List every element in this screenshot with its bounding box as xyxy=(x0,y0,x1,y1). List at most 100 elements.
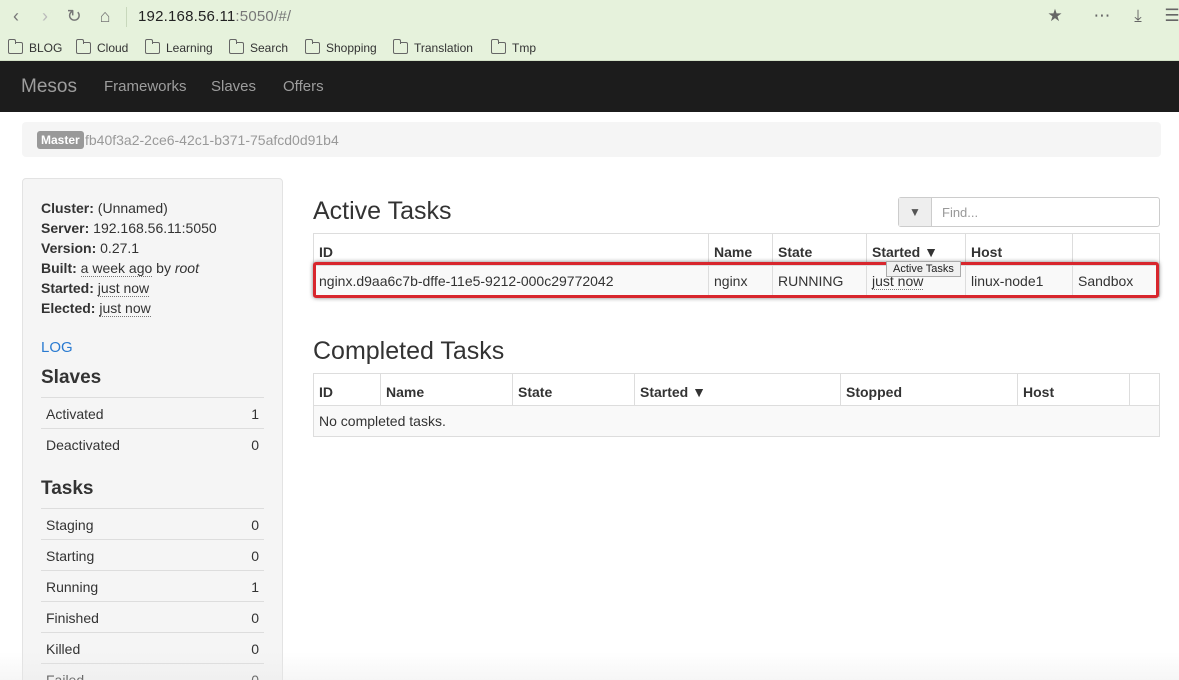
log-link[interactable]: LOG xyxy=(41,339,73,356)
filter-input[interactable]: Find... xyxy=(942,205,978,220)
folder-icon xyxy=(305,39,320,54)
reload-icon[interactable]: ↻ xyxy=(63,5,85,27)
url-divider xyxy=(126,7,127,27)
bookmark-blog[interactable]: BLOG xyxy=(8,39,62,57)
table-row: Starting 0 xyxy=(41,539,264,570)
table-row: Finished 0 xyxy=(41,601,264,632)
row-value: 0 xyxy=(251,641,259,657)
bookmark-label: Translation xyxy=(414,41,473,55)
folder-icon xyxy=(145,39,160,54)
nav-offers[interactable]: Offers xyxy=(283,78,324,95)
url-path: :5050/#/ xyxy=(235,8,292,25)
bookmark-search[interactable]: Search xyxy=(229,39,288,57)
bookmark-translation[interactable]: Translation xyxy=(393,39,473,57)
row-value: 0 xyxy=(251,610,259,626)
elected-label: Elected: xyxy=(41,300,96,316)
active-tasks-table: ID Name State Started ▼ Host nginx.d9aa6… xyxy=(313,233,1160,297)
master-id: fb40f3a2-2ce6-42c1-b371-75afcd0d91b4 xyxy=(85,132,339,148)
download-icon[interactable]: ⤓ xyxy=(1127,5,1149,27)
empty-message: No completed tasks. xyxy=(313,405,1160,437)
sandbox-link[interactable]: Sandbox xyxy=(1072,265,1160,297)
breadcrumb: Master fb40f3a2-2ce6-42c1-b371-75afcd0d9… xyxy=(22,122,1161,157)
completed-tasks-table: ID Name State Started ▼ Stopped Host No … xyxy=(313,373,1160,437)
folder-icon xyxy=(8,39,23,54)
built-user: root xyxy=(174,260,199,276)
table-row: Failed 0 xyxy=(41,663,264,680)
row-value: 1 xyxy=(251,579,259,595)
started-info: Started: just now xyxy=(41,280,150,297)
built-value: a week ago xyxy=(80,260,153,277)
home-icon[interactable]: ⌂ xyxy=(94,5,116,27)
built-by: by xyxy=(156,260,171,276)
nav-frameworks[interactable]: Frameworks xyxy=(104,78,187,95)
tooltip: Active Tasks xyxy=(886,261,961,277)
master-badge: Master xyxy=(37,131,84,149)
table-row: Staging 0 xyxy=(41,508,264,539)
table-row: Killed 0 xyxy=(41,632,264,663)
bookmark-label: Tmp xyxy=(512,41,536,55)
table-row: No completed tasks. xyxy=(313,405,1160,437)
col-host[interactable]: Host xyxy=(1017,373,1130,406)
row-value: 0 xyxy=(251,672,259,680)
bookmark-tmp[interactable]: Tmp xyxy=(491,39,536,57)
row-label: Starting xyxy=(46,548,95,564)
col-name[interactable]: Name xyxy=(708,233,773,266)
brand-logo[interactable]: Mesos xyxy=(21,76,77,98)
forward-icon[interactable]: › xyxy=(34,5,56,27)
col-started[interactable]: Started ▼ xyxy=(634,373,841,406)
address-bar[interactable]: 192.168.56.11:5050/#/ xyxy=(138,8,291,25)
nav-slaves[interactable]: Slaves xyxy=(211,78,256,95)
active-tasks-heading: Active Tasks xyxy=(313,197,452,225)
bookmark-shopping[interactable]: Shopping xyxy=(305,39,377,57)
url-host: 192.168.56.11 xyxy=(138,8,236,25)
bookmark-learning[interactable]: Learning xyxy=(145,39,213,57)
folder-icon xyxy=(76,39,91,54)
task-state: RUNNING xyxy=(772,265,867,297)
cluster-value: (Unnamed) xyxy=(97,200,168,216)
col-state[interactable]: State xyxy=(512,373,635,406)
built-info: Built: a week ago by root xyxy=(41,260,199,277)
table-row: Running 1 xyxy=(41,570,264,601)
bookmark-cloud[interactable]: Cloud xyxy=(76,39,128,57)
version-label: Version: xyxy=(41,240,97,256)
col-stopped[interactable]: Stopped xyxy=(840,373,1018,406)
cluster-sidebar: Cluster: (Unnamed) Server: 192.168.56.11… xyxy=(22,178,283,680)
col-host[interactable]: Host xyxy=(965,233,1073,266)
table-row: Deactivated 0 xyxy=(41,428,264,459)
elected-info: Elected: just now xyxy=(41,300,151,317)
col-state[interactable]: State xyxy=(772,233,867,266)
row-value: 0 xyxy=(251,548,259,564)
cluster-info: Cluster: (Unnamed) xyxy=(41,200,168,216)
back-icon[interactable]: ‹ xyxy=(5,5,27,27)
task-id-link[interactable]: nginx.d9aa6c7b-dffe-11e5-9212-000c297720… xyxy=(313,265,709,297)
bookmark-label: Cloud xyxy=(97,41,129,55)
bookmark-star-icon[interactable]: ★ xyxy=(1044,5,1066,27)
browser-toolbar: ‹ › ↻ ⌂ 192.168.56.11:5050/#/ ★ ⋯ ⤓ ☰ xyxy=(0,0,1179,34)
tasks-table: Staging 0 Starting 0 Running 1 Finished 0 Ki… xyxy=(41,508,264,680)
folder-icon xyxy=(393,39,408,54)
row-label: Staging xyxy=(46,517,94,533)
server-label: Server: xyxy=(41,220,90,236)
version-value: 0.27.1 xyxy=(100,240,140,256)
bookmark-label: Shopping xyxy=(326,41,377,55)
col-id[interactable]: ID xyxy=(313,373,381,406)
folder-icon xyxy=(229,39,244,54)
bookmark-label: Search xyxy=(250,41,289,55)
row-label: Killed xyxy=(46,641,81,657)
mesos-navbar: Mesos Frameworks Slaves Offers xyxy=(0,61,1179,112)
started-value: just now xyxy=(97,280,150,297)
menu-icon[interactable]: ☰ xyxy=(1161,5,1179,27)
started-label: Started: xyxy=(41,280,94,296)
more-icon[interactable]: ⋯ xyxy=(1091,5,1113,27)
row-value: 0 xyxy=(251,437,259,453)
col-id[interactable]: ID xyxy=(313,233,709,266)
row-label: Activated xyxy=(46,406,104,422)
col-name[interactable]: Name xyxy=(380,373,513,406)
filter-icon: ▼ xyxy=(899,198,932,226)
row-label: Failed xyxy=(46,672,85,680)
bookmarks-bar: BLOG Cloud Learning Search Shopping Tran… xyxy=(0,34,1179,61)
task-filter[interactable]: ▼ Find... xyxy=(898,197,1160,227)
elected-value: just now xyxy=(99,300,151,317)
task-name: nginx xyxy=(708,265,773,297)
bookmark-label: Learning xyxy=(166,41,213,55)
